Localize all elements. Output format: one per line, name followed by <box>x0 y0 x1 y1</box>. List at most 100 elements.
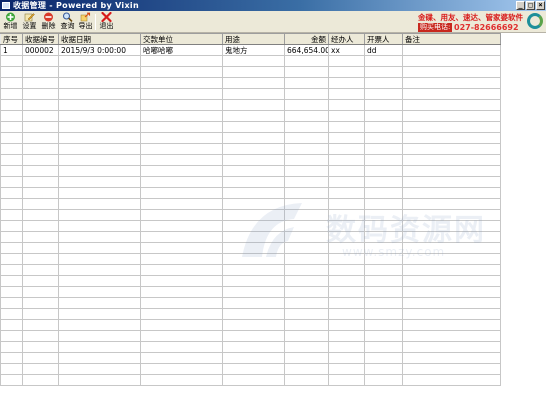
empty-cell[interactable] <box>364 165 403 177</box>
empty-cell[interactable] <box>284 88 329 100</box>
empty-cell[interactable] <box>328 308 365 320</box>
empty-cell[interactable] <box>58 352 141 364</box>
empty-cell[interactable] <box>58 308 141 320</box>
empty-cell[interactable] <box>402 308 501 320</box>
empty-cell[interactable] <box>140 264 223 276</box>
cell-handler[interactable]: xx <box>328 44 365 56</box>
empty-cell[interactable] <box>58 176 141 188</box>
empty-cell[interactable] <box>140 242 223 254</box>
minimize-button[interactable]: _ <box>516 1 525 10</box>
empty-cell[interactable] <box>0 363 23 375</box>
empty-cell[interactable] <box>402 143 501 155</box>
empty-cell[interactable] <box>364 99 403 111</box>
empty-cell[interactable] <box>222 341 285 353</box>
empty-cell[interactable] <box>22 110 59 122</box>
cell-payer[interactable]: 哈嘟哈嘟 <box>140 44 223 56</box>
empty-cell[interactable] <box>402 264 501 276</box>
empty-cell[interactable] <box>364 242 403 254</box>
empty-cell[interactable] <box>222 88 285 100</box>
empty-cell[interactable] <box>140 66 223 78</box>
empty-cell[interactable] <box>140 319 223 331</box>
maximize-button[interactable]: □ <box>526 1 535 10</box>
export-button[interactable]: 导出 <box>77 12 94 32</box>
empty-row[interactable] <box>0 154 501 166</box>
empty-cell[interactable] <box>22 352 59 364</box>
empty-cell[interactable] <box>364 110 403 122</box>
empty-cell[interactable] <box>0 143 23 155</box>
empty-row[interactable] <box>0 275 501 287</box>
empty-cell[interactable] <box>364 88 403 100</box>
cell-purpose[interactable]: 鬼地方 <box>222 44 285 56</box>
empty-cell[interactable] <box>58 88 141 100</box>
empty-cell[interactable] <box>328 286 365 298</box>
empty-cell[interactable] <box>140 209 223 221</box>
empty-cell[interactable] <box>364 198 403 210</box>
cell-receipt-date[interactable]: 2015/9/3 0:00:00 <box>58 44 141 56</box>
empty-cell[interactable] <box>328 165 365 177</box>
empty-cell[interactable] <box>222 363 285 375</box>
empty-cell[interactable] <box>402 286 501 298</box>
empty-cell[interactable] <box>0 319 23 331</box>
empty-cell[interactable] <box>58 143 141 155</box>
empty-cell[interactable] <box>222 275 285 287</box>
empty-cell[interactable] <box>402 66 501 78</box>
empty-cell[interactable] <box>140 330 223 342</box>
empty-cell[interactable] <box>58 209 141 221</box>
empty-cell[interactable] <box>22 209 59 221</box>
empty-cell[interactable] <box>402 319 501 331</box>
empty-cell[interactable] <box>364 66 403 78</box>
empty-cell[interactable] <box>364 352 403 364</box>
empty-cell[interactable] <box>364 231 403 243</box>
empty-cell[interactable] <box>140 253 223 265</box>
empty-cell[interactable] <box>328 341 365 353</box>
empty-cell[interactable] <box>0 275 23 287</box>
empty-cell[interactable] <box>364 55 403 67</box>
empty-cell[interactable] <box>0 374 23 386</box>
empty-row[interactable] <box>0 308 501 320</box>
empty-cell[interactable] <box>58 55 141 67</box>
settings-button[interactable]: 设置 <box>21 12 38 32</box>
empty-row[interactable] <box>0 253 501 265</box>
empty-cell[interactable] <box>402 374 501 386</box>
cell-remarks[interactable] <box>402 44 501 56</box>
empty-cell[interactable] <box>222 121 285 133</box>
empty-cell[interactable] <box>284 66 329 78</box>
empty-cell[interactable] <box>0 132 23 144</box>
col-header-remarks[interactable]: 备注 <box>402 33 501 45</box>
empty-cell[interactable] <box>222 297 285 309</box>
empty-cell[interactable] <box>222 198 285 210</box>
empty-cell[interactable] <box>0 308 23 320</box>
empty-cell[interactable] <box>364 176 403 188</box>
empty-cell[interactable] <box>402 330 501 342</box>
empty-cell[interactable] <box>0 66 23 78</box>
empty-cell[interactable] <box>58 297 141 309</box>
empty-cell[interactable] <box>58 374 141 386</box>
empty-cell[interactable] <box>58 99 141 111</box>
empty-cell[interactable] <box>58 154 141 166</box>
empty-cell[interactable] <box>222 55 285 67</box>
empty-cell[interactable] <box>22 374 59 386</box>
empty-cell[interactable] <box>140 198 223 210</box>
empty-cell[interactable] <box>222 374 285 386</box>
empty-cell[interactable] <box>284 242 329 254</box>
empty-cell[interactable] <box>284 308 329 320</box>
col-header-payer[interactable]: 交款单位 <box>140 33 223 45</box>
empty-cell[interactable] <box>22 154 59 166</box>
new-button[interactable]: 新增 <box>2 12 19 32</box>
empty-cell[interactable] <box>284 319 329 331</box>
empty-cell[interactable] <box>402 231 501 243</box>
empty-cell[interactable] <box>402 55 501 67</box>
empty-cell[interactable] <box>402 165 501 177</box>
empty-cell[interactable] <box>328 88 365 100</box>
empty-cell[interactable] <box>284 165 329 177</box>
empty-cell[interactable] <box>58 253 141 265</box>
empty-cell[interactable] <box>402 198 501 210</box>
empty-cell[interactable] <box>284 198 329 210</box>
col-header-handler[interactable]: 经办人 <box>328 33 365 45</box>
empty-cell[interactable] <box>22 143 59 155</box>
empty-cell[interactable] <box>22 242 59 254</box>
empty-cell[interactable] <box>222 308 285 320</box>
empty-cell[interactable] <box>0 297 23 309</box>
empty-cell[interactable] <box>364 209 403 221</box>
empty-cell[interactable] <box>222 231 285 243</box>
